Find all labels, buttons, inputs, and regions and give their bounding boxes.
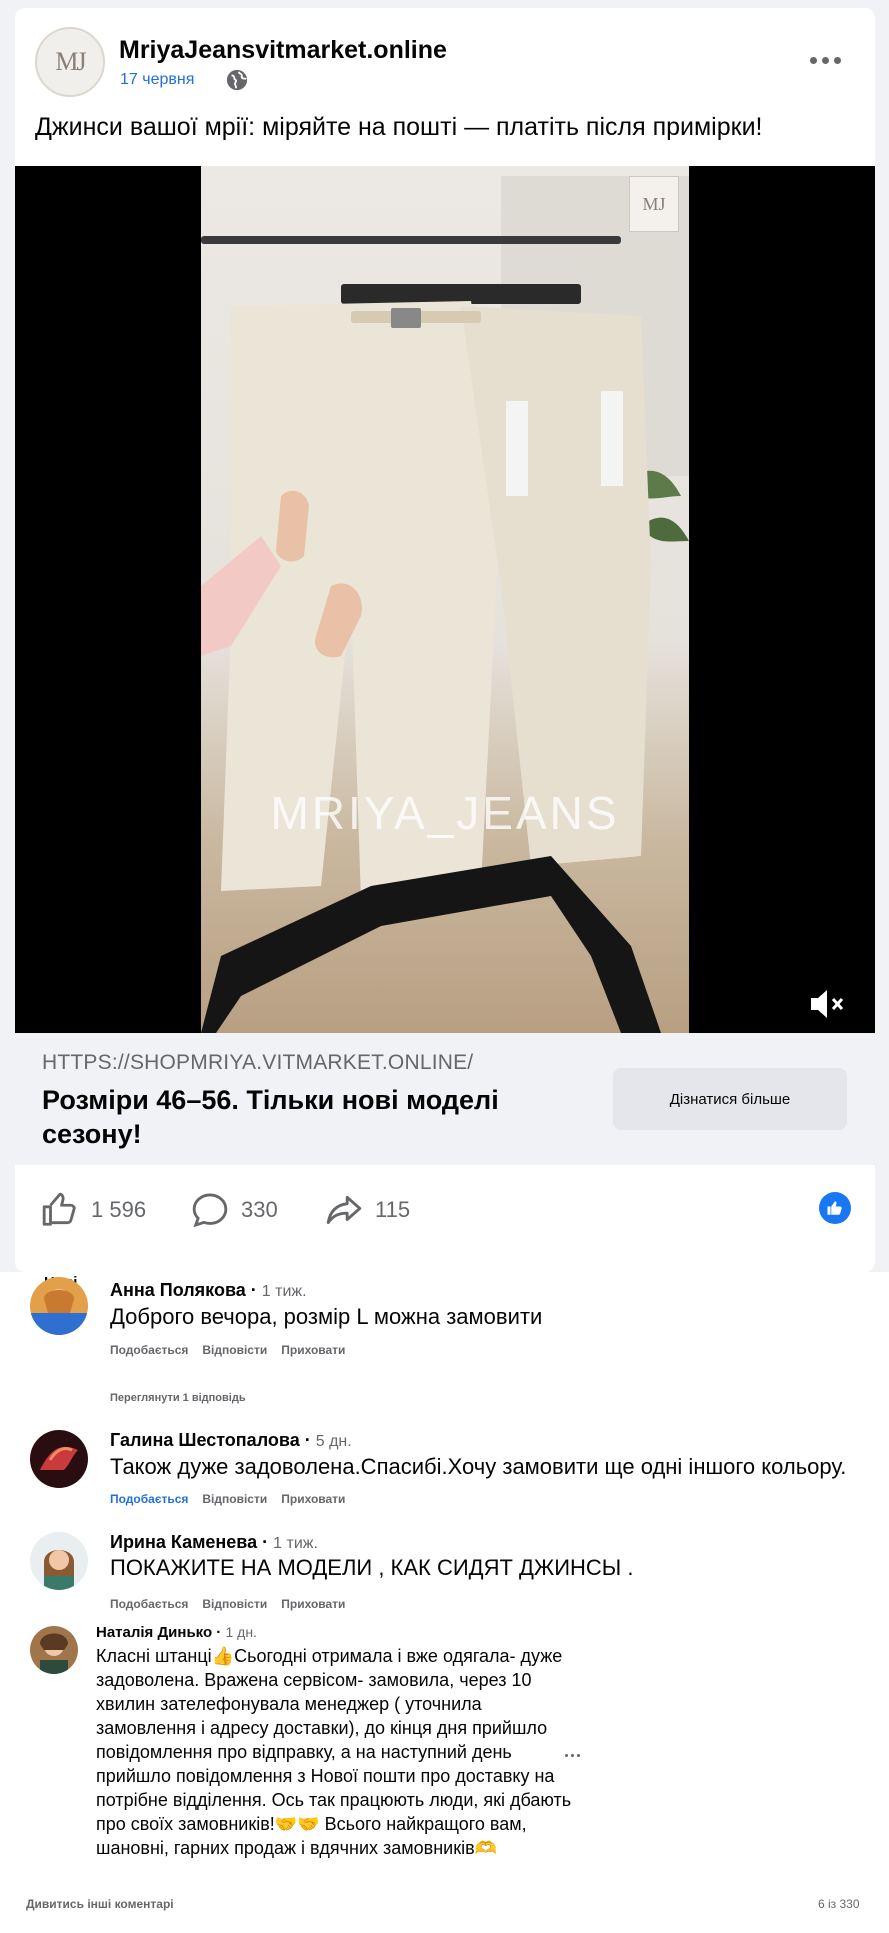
video-player[interactable]: MJ MRIYA_JEANS <box>15 166 875 1033</box>
thumbs-up-icon <box>42 1192 76 1226</box>
page-avatar[interactable]: MJ <box>35 27 105 97</box>
video-watermark: MRIYA_JEANS <box>270 787 620 839</box>
page-avatar-monogram: MJ <box>55 47 86 76</box>
share-button[interactable]: 115 <box>325 1165 410 1255</box>
comment-actions: Подобається Відповісти Приховати <box>110 1343 345 1357</box>
video-badge: MJ <box>629 176 679 232</box>
link-title[interactable]: Розміри 46–56. Тільки нові моделі сезону… <box>42 1083 562 1151</box>
comment-reply-link[interactable]: Відповісти <box>202 1597 267 1611</box>
comment-button[interactable]: 330 <box>191 1165 278 1255</box>
page-name[interactable]: MriyaJeansvitmarket.online <box>119 36 447 65</box>
avatar[interactable] <box>30 1532 88 1590</box>
comment-hide-link[interactable]: Приховати <box>281 1597 345 1611</box>
comment-reply-link[interactable]: Відповісти <box>202 1343 267 1357</box>
comment-author[interactable]: Ирина Каменева · 1 тиж. <box>110 1532 318 1553</box>
like-button[interactable]: 1 596 <box>41 1165 146 1255</box>
comments-count: 6 із 330 <box>818 1897 860 1911</box>
share-count: 115 <box>375 1197 411 1222</box>
learn-more-button[interactable]: Дізнатися більше <box>613 1068 847 1130</box>
comment-actions: Подобається Відповісти Приховати <box>110 1597 345 1611</box>
video-frame: MJ MRIYA_JEANS <box>201 166 689 1033</box>
view-more-comments-link[interactable]: Дивитись інші коментарі <box>26 1897 174 1911</box>
comment-actions: Подобається Відповісти Приховати <box>110 1492 345 1506</box>
comment-author[interactable]: Наталія Динько · 1 дн. <box>96 1624 257 1641</box>
post-header: MJ MriyaJeansvitmarket.online 17 червня <box>15 8 875 103</box>
comment-hide-link[interactable]: Приховати <box>281 1343 345 1357</box>
comment-author[interactable]: Галина Шестопалова · 5 дн. <box>110 1430 352 1451</box>
avatar[interactable] <box>30 1430 88 1488</box>
comment-count: 330 <box>241 1197 278 1222</box>
comment-hide-link[interactable]: Приховати <box>281 1492 345 1506</box>
comment-text: Також дуже задоволена.Спасибі.Хочу замов… <box>110 1454 847 1479</box>
post-actions: 1 596 330 115 <box>15 1165 875 1255</box>
comment-like-link[interactable]: Подобається <box>110 1343 188 1357</box>
view-replies-link[interactable]: Переглянути 1 відповідь <box>110 1392 246 1404</box>
speaker-muted-icon[interactable] <box>807 984 847 1024</box>
avatar[interactable] <box>30 1626 78 1674</box>
post-card: MJ MriyaJeansvitmarket.online 17 червня … <box>15 8 875 1272</box>
comment-author[interactable]: Анна Полякова · 1 тиж. <box>110 1280 307 1301</box>
comment-text: Доброго вечора, розмір L можна замовити <box>110 1304 543 1329</box>
more-options-icon[interactable] <box>808 50 842 70</box>
link-url[interactable]: HTTPS://SHOPMRIYA.VITMARKET.ONLINE/ <box>42 1051 473 1075</box>
comment-reply-link[interactable]: Відповісти <box>202 1492 267 1506</box>
share-icon <box>326 1195 362 1225</box>
avatar[interactable] <box>30 1277 88 1335</box>
like-count: 1 596 <box>91 1197 147 1222</box>
comment-icon <box>192 1193 228 1228</box>
like-reaction-icon <box>819 1192 851 1224</box>
comments-section: Нові Анна Полякова · 1 тиж. Доброго вечо… <box>0 1272 889 1933</box>
post-date[interactable]: 17 червня <box>120 71 194 89</box>
comment-text: Класні штанці👍Сьогодні отримала і вже од… <box>96 1646 572 1858</box>
comment-like-link[interactable]: Подобається <box>110 1492 188 1506</box>
jeans-illustration <box>201 176 689 1033</box>
comment-like-link[interactable]: Подобається <box>110 1597 188 1611</box>
link-preview[interactable]: HTTPS://SHOPMRIYA.VITMARKET.ONLINE/ Розм… <box>15 1033 875 1165</box>
comment-text: ПОКАЖИТЕ НА МОДЕЛИ , КАК СИДЯТ ДЖИНСЫ . <box>110 1555 634 1580</box>
comment-more-icon[interactable] <box>565 1754 580 1757</box>
post-text: Джинси вашої мрії: міряйте на пошті — пл… <box>35 113 763 141</box>
globe-icon <box>226 69 248 91</box>
